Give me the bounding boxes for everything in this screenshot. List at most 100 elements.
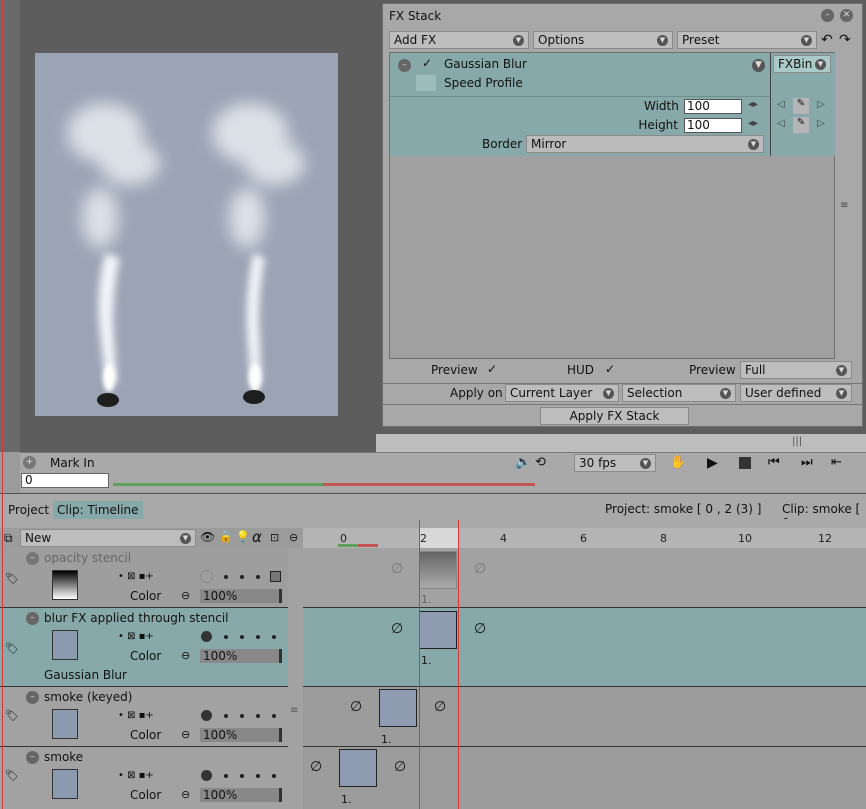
toggle-dot[interactable] bbox=[240, 714, 244, 718]
layer-flags-icon[interactable]: • ⊠ ▪+ bbox=[118, 710, 154, 721]
layer-tag-icon[interactable]: 🏷 bbox=[5, 642, 19, 655]
fps-dropdown[interactable]: 30 fps ▼ bbox=[574, 454, 656, 472]
layer-splitter[interactable] bbox=[288, 608, 303, 687]
layer-mode-dropdown[interactable]: New ▼ bbox=[20, 529, 196, 547]
horizontal-scrollbar[interactable]: ||| bbox=[376, 434, 866, 452]
frame-ruler[interactable]: 0 2 4 6 8 10 12 bbox=[303, 528, 866, 548]
key-prev-icon[interactable]: ◁ bbox=[777, 99, 785, 110]
user-defined-dropdown[interactable]: User defined ▼ bbox=[740, 384, 852, 402]
lock-icon[interactable]: 🔒 bbox=[219, 530, 233, 543]
frame-slider[interactable] bbox=[113, 483, 535, 486]
stencil-icon[interactable]: ⊡ bbox=[270, 531, 279, 544]
speed-profile-swatch[interactable] bbox=[416, 75, 436, 91]
collapse-icon[interactable]: – bbox=[26, 552, 39, 565]
toggle-dot[interactable] bbox=[224, 714, 228, 718]
frame-input[interactable]: 0 bbox=[21, 473, 109, 488]
timeline-cell[interactable] bbox=[339, 749, 377, 787]
opacity-slider[interactable]: 100% bbox=[200, 649, 282, 663]
toggle-dot[interactable] bbox=[256, 774, 260, 778]
key-prev-icon[interactable]: ◁ bbox=[777, 118, 785, 129]
timeline-cell[interactable] bbox=[379, 689, 417, 727]
layer-flags-icon[interactable]: • ⊠ ▪+ bbox=[118, 571, 154, 582]
key-next-icon[interactable]: ▷ bbox=[817, 99, 825, 110]
preview-check-icon[interactable]: ✓ bbox=[487, 362, 497, 376]
collapse-icon[interactable]: – bbox=[26, 612, 39, 625]
fxbin-dropdown[interactable]: FXBin ▼ bbox=[773, 55, 831, 73]
layer-splitter[interactable]: ≡ bbox=[288, 687, 303, 747]
light-bulb-icon[interactable]: 💡 bbox=[236, 530, 250, 543]
border-dropdown[interactable]: Mirror ▼ bbox=[526, 135, 764, 153]
preset-dropdown[interactable]: Preset ▼ bbox=[677, 31, 817, 49]
height-input[interactable]: 100 bbox=[684, 118, 742, 133]
layer-name[interactable]: smoke (keyed) bbox=[44, 690, 132, 704]
toggle-dot[interactable] bbox=[272, 774, 276, 778]
first-frame-icon[interactable]: ⏮ bbox=[768, 455, 780, 470]
opacity-minus-icon[interactable]: ⊖ bbox=[181, 728, 190, 741]
collapse-icon[interactable]: – bbox=[26, 691, 39, 704]
opacity-minus-icon[interactable]: ⊖ bbox=[181, 788, 190, 801]
hand-icon[interactable]: ✋ bbox=[670, 455, 686, 470]
wrench-icon[interactable]: ✎ bbox=[793, 98, 809, 114]
key-next-icon[interactable]: ▷ bbox=[817, 118, 825, 129]
close-icon[interactable]: ✕ bbox=[840, 9, 853, 22]
alpha-icon[interactable]: α bbox=[252, 528, 262, 546]
toggle-dot[interactable] bbox=[272, 635, 276, 639]
play-icon[interactable]: ▶ bbox=[707, 455, 718, 471]
toggle-dot[interactable] bbox=[224, 635, 228, 639]
add-marker-icon[interactable]: + bbox=[23, 456, 36, 469]
layer-row-opacity-stencil[interactable]: 🏷 – opacity stencil • ⊠ ▪+ Color ⊖ 100% … bbox=[0, 548, 866, 608]
stencil-toggle-icon[interactable] bbox=[270, 571, 281, 582]
last-frame-icon[interactable]: ⏭ bbox=[801, 455, 813, 470]
minimize-icon[interactable]: – bbox=[821, 9, 834, 22]
layer-tag-icon[interactable]: 🏷 bbox=[5, 769, 19, 782]
opacity-slider[interactable]: 100% bbox=[200, 788, 282, 802]
layer-splitter[interactable] bbox=[288, 548, 303, 608]
visibility-eye-icon[interactable]: 👁 bbox=[200, 530, 215, 544]
options-dropdown[interactable]: Options ▼ bbox=[533, 31, 673, 49]
layer-color-icon[interactable] bbox=[200, 570, 213, 583]
drawing-canvas[interactable] bbox=[35, 53, 338, 416]
layer-flags-icon[interactable]: • ⊠ ▪+ bbox=[118, 770, 154, 781]
undo-icon[interactable]: ↶ bbox=[821, 32, 833, 48]
hud-check-icon[interactable]: ✓ bbox=[605, 362, 615, 376]
layer-row-smoke-keyed[interactable]: 🏷 – smoke (keyed) • ⊠ ▪+ Color ⊖ 100% ≡ … bbox=[0, 687, 866, 747]
layer-splitter[interactable] bbox=[288, 747, 303, 809]
add-fx-dropdown[interactable]: Add FX ▼ bbox=[389, 31, 529, 49]
collapse-icon[interactable]: – bbox=[26, 751, 39, 764]
preview-mode-dropdown[interactable]: Full ▼ bbox=[740, 361, 852, 379]
width-stepper-icon[interactable]: ◂▸ bbox=[748, 99, 758, 110]
selection-dropdown[interactable]: Selection ▼ bbox=[622, 384, 736, 402]
layer-tag-icon[interactable]: 🏷 bbox=[5, 572, 19, 585]
enabled-check-icon[interactable]: ✓ bbox=[422, 56, 432, 70]
layer-name[interactable]: opacity stencil bbox=[44, 551, 131, 565]
playhead-line-end[interactable] bbox=[458, 520, 459, 809]
wrench-icon[interactable]: ✎ bbox=[793, 117, 809, 133]
layer-color-icon[interactable] bbox=[201, 770, 212, 781]
toggle-dot[interactable] bbox=[256, 714, 260, 718]
collapse-icon[interactable]: – bbox=[398, 59, 411, 72]
apply-fx-stack-button[interactable]: Apply FX Stack bbox=[540, 407, 689, 425]
layers-icon[interactable]: ⧉ bbox=[4, 531, 13, 546]
layer-name[interactable]: smoke bbox=[44, 750, 83, 764]
timeline-cell[interactable] bbox=[419, 551, 457, 589]
opacity-minus-icon[interactable]: ⊖ bbox=[181, 589, 190, 602]
layer-color-icon[interactable] bbox=[201, 631, 212, 642]
speaker-icon[interactable]: 🔈 bbox=[515, 455, 531, 470]
toggle-dot[interactable] bbox=[240, 774, 244, 778]
opacity-slider[interactable]: 100% bbox=[200, 589, 282, 603]
timeline-cell[interactable] bbox=[419, 611, 457, 649]
layer-row-smoke[interactable]: 🏷 – smoke • ⊠ ▪+ Color ⊖ 100% ∅ ∅ 1. bbox=[0, 747, 866, 809]
width-input[interactable]: 100 bbox=[684, 99, 742, 114]
toggle-dot[interactable] bbox=[256, 635, 260, 639]
ping-pong-icon[interactable]: ⇤ bbox=[831, 455, 842, 470]
tab-clip-timeline[interactable]: Clip: Timeline bbox=[53, 501, 143, 519]
toggle-dot[interactable] bbox=[240, 635, 244, 639]
layer-name[interactable]: blur FX applied through stencil bbox=[44, 611, 229, 625]
chevron-down-icon[interactable]: ▼ bbox=[752, 59, 765, 72]
toggle-dot[interactable] bbox=[256, 575, 260, 579]
onion-skin-icon[interactable]: ⊖ bbox=[289, 531, 298, 544]
resize-grip-icon[interactable]: ≡ bbox=[840, 200, 848, 211]
tab-project[interactable]: Project bbox=[4, 501, 53, 519]
height-stepper-icon[interactable]: ◂▸ bbox=[748, 118, 758, 129]
toggle-dot[interactable] bbox=[240, 575, 244, 579]
